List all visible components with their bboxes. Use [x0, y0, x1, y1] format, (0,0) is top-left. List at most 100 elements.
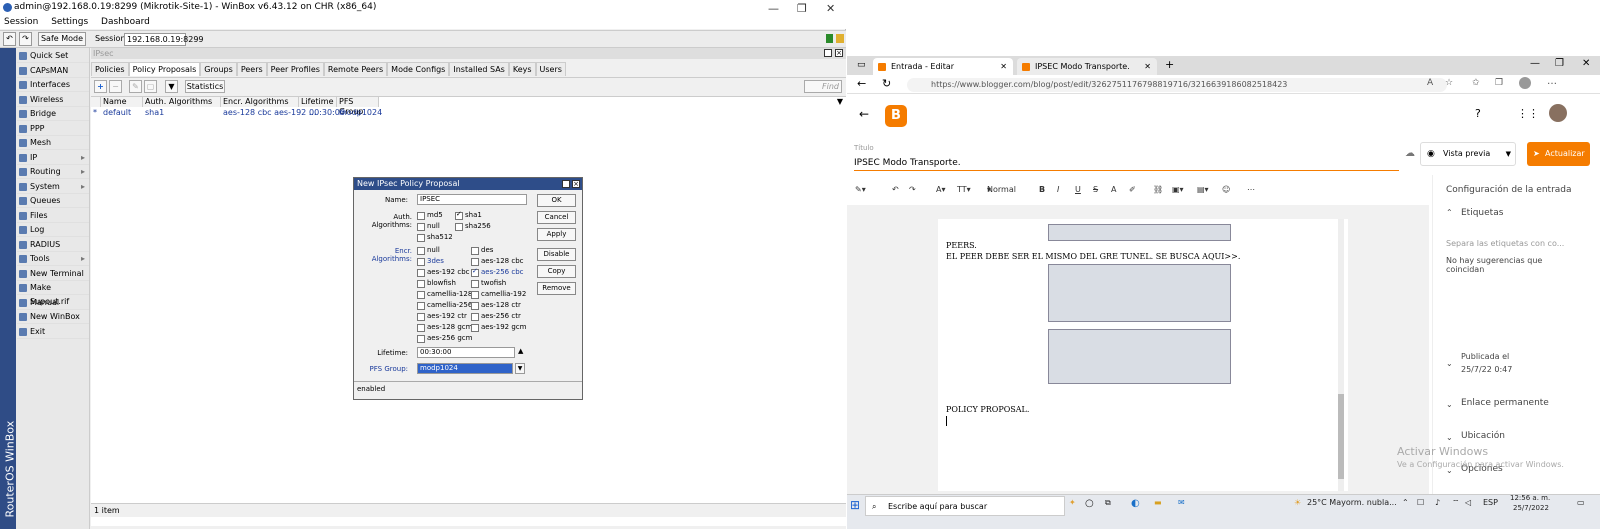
- sidebar-item-routing[interactable]: Routing ▸: [17, 165, 89, 179]
- volume-icon[interactable]: ♪: [1435, 498, 1440, 507]
- format-select[interactable]: Normal ▾: [987, 180, 1016, 200]
- sidebar-item-system[interactable]: System ▸: [17, 180, 89, 194]
- sidebar-item-radius[interactable]: RADIUS: [17, 238, 89, 252]
- algorithm-checkbox[interactable]: aes-192 cbc: [417, 268, 470, 277]
- chevron-down-icon[interactable]: ⌄: [1446, 359, 1453, 368]
- ok-button[interactable]: OK: [537, 194, 576, 207]
- sidebar-item-interfaces[interactable]: Interfaces: [17, 78, 89, 92]
- maximize-icon[interactable]: ❐: [797, 1, 807, 16]
- language-indicator[interactable]: ESP: [1483, 498, 1498, 507]
- tab-policies[interactable]: Policies: [91, 62, 129, 76]
- notifications-icon[interactable]: ▭: [1577, 498, 1585, 507]
- speaker-icon[interactable]: ◁: [1465, 498, 1471, 507]
- url-field[interactable]: https://www.blogger.com/blog/post/edit/3…: [907, 78, 1447, 92]
- font-size-icon[interactable]: A▾: [936, 180, 946, 200]
- remove-icon[interactable]: −: [109, 80, 122, 93]
- strikethrough-icon[interactable]: S: [1093, 180, 1098, 200]
- close-icon[interactable]: ✕: [1582, 58, 1590, 69]
- embedded-screenshot[interactable]: [1048, 329, 1231, 384]
- close-tab-icon[interactable]: ✕: [1000, 58, 1007, 75]
- tray-chevron-icon[interactable]: ⌃: [1402, 498, 1409, 507]
- algorithm-checkbox[interactable]: aes-256 ctr: [471, 312, 521, 321]
- sidebar-item-exit[interactable]: Exit: [17, 325, 89, 339]
- refresh-icon[interactable]: ↻: [882, 77, 891, 90]
- chevron-up-icon[interactable]: ⌃: [1446, 208, 1453, 217]
- minimize-icon[interactable]: —: [1530, 58, 1540, 69]
- pfs-group-select[interactable]: modp1024: [417, 363, 513, 374]
- chevron-down-icon[interactable]: ⌄: [1446, 433, 1453, 442]
- sidebar-item-make-supout-rif[interactable]: Make Supout.rif: [17, 281, 89, 306]
- menu-session[interactable]: Session: [4, 17, 38, 27]
- windows-start-icon[interactable]: ⊞: [850, 498, 860, 512]
- post-title-input[interactable]: IPSEC Modo Transporte.: [854, 156, 1399, 171]
- disable-button[interactable]: Disable: [537, 248, 576, 261]
- algorithm-checkbox[interactable]: sha512: [417, 233, 453, 242]
- collections-icon[interactable]: ❐: [1495, 78, 1503, 88]
- back-icon[interactable]: ←: [857, 77, 866, 90]
- cortana-icon[interactable]: ○: [1085, 498, 1094, 509]
- permalink-section[interactable]: Enlace permanente: [1461, 398, 1549, 408]
- embedded-screenshot[interactable]: [1048, 224, 1231, 241]
- menu-dashboard[interactable]: Dashboard: [101, 17, 150, 27]
- algorithm-checkbox[interactable]: aes-256 cbc: [471, 267, 524, 277]
- taskbar-search[interactable]: ⌕ Escribe aquí para buscar: [865, 496, 1065, 516]
- sidebar-item-wireless[interactable]: Wireless: [17, 93, 89, 107]
- tab-installed-sas[interactable]: Installed SAs: [449, 62, 509, 76]
- tab-ipsec-modo[interactable]: IPSEC Modo Transporte. ✕: [1017, 58, 1157, 75]
- sidebar-item-queues[interactable]: Queues: [17, 194, 89, 208]
- algorithm-checkbox[interactable]: aes-128 cbc: [471, 257, 524, 266]
- update-button[interactable]: ➤ Actualizar: [1527, 142, 1590, 166]
- help-icon[interactable]: ?: [1475, 107, 1481, 120]
- algorithm-checkbox[interactable]: sha1: [455, 210, 482, 220]
- algorithm-checkbox[interactable]: 3des: [417, 257, 444, 266]
- comment-icon[interactable]: ✎: [129, 80, 142, 93]
- safe-mode-button[interactable]: Safe Mode: [38, 32, 86, 46]
- text-size-icon[interactable]: TT▾: [957, 180, 971, 200]
- sidebar-item-capsman[interactable]: CAPsMAN: [17, 64, 89, 78]
- redo-icon[interactable]: ↷: [19, 32, 32, 46]
- algorithm-checkbox[interactable]: aes-128 gcm: [417, 323, 472, 332]
- avatar[interactable]: [1549, 104, 1567, 122]
- sidebar-item-ppp[interactable]: PPP: [17, 122, 89, 136]
- redo-icon[interactable]: ↷: [909, 180, 916, 200]
- chevron-down-icon[interactable]: ▼: [1506, 143, 1511, 165]
- sidebar-item-manual[interactable]: Manual: [17, 296, 89, 310]
- tab-entrada-editar[interactable]: Entrada - Editar ✕: [873, 58, 1013, 75]
- algorithm-checkbox[interactable]: null: [417, 222, 440, 231]
- algorithm-checkbox[interactable]: sha256: [455, 222, 491, 231]
- lifetime-input[interactable]: 00:30:00: [417, 347, 515, 358]
- column-header-encr[interactable]: Encr. Algorithms: [221, 97, 299, 107]
- sidebar-item-files[interactable]: Files: [17, 209, 89, 223]
- emoji-icon[interactable]: ☺: [1222, 180, 1230, 200]
- algorithm-checkbox[interactable]: camellia-256: [417, 301, 472, 310]
- algorithm-checkbox[interactable]: aes-192 ctr: [417, 312, 467, 321]
- undo-icon[interactable]: ↶: [892, 180, 899, 200]
- labels-section[interactable]: Etiquetas: [1461, 208, 1503, 218]
- add-icon[interactable]: +: [94, 80, 107, 93]
- minimize-icon[interactable]: —: [768, 1, 779, 16]
- cancel-button[interactable]: Cancel: [537, 211, 576, 224]
- bold-icon[interactable]: B: [1039, 180, 1045, 200]
- more-icon[interactable]: ⋯: [1247, 180, 1255, 200]
- image-icon[interactable]: ▣▾: [1172, 180, 1184, 200]
- algorithm-checkbox[interactable]: des: [471, 246, 493, 255]
- favorite-icon[interactable]: ☆: [1445, 78, 1453, 88]
- copy-button[interactable]: Copy: [537, 265, 576, 278]
- clock-time[interactable]: 12:56 a. m.: [1510, 494, 1550, 502]
- chevron-down-icon[interactable]: ⌄: [1446, 400, 1453, 409]
- profile-avatar[interactable]: [1519, 77, 1531, 89]
- video-icon[interactable]: ▤▾: [1197, 180, 1209, 200]
- apply-button[interactable]: Apply: [537, 228, 576, 241]
- sidebar-item-new-winbox[interactable]: New WinBox: [17, 310, 89, 324]
- column-header-name[interactable]: Name: [101, 97, 143, 107]
- sidebar-item-quick-set[interactable]: Quick Set: [17, 49, 89, 63]
- link-icon[interactable]: ⛓: [1153, 180, 1163, 200]
- close-tab-icon[interactable]: ✕: [1144, 58, 1151, 75]
- tab-keys[interactable]: Keys: [508, 62, 536, 76]
- highlight-icon[interactable]: ✐: [1129, 180, 1136, 200]
- algorithm-checkbox[interactable]: null: [417, 246, 440, 255]
- close-icon[interactable]: ✕: [826, 1, 835, 16]
- algorithm-checkbox[interactable]: md5: [417, 211, 443, 220]
- tab-remote-peers[interactable]: Remote Peers: [323, 62, 388, 76]
- widget-icon[interactable]: ✦: [1069, 498, 1076, 507]
